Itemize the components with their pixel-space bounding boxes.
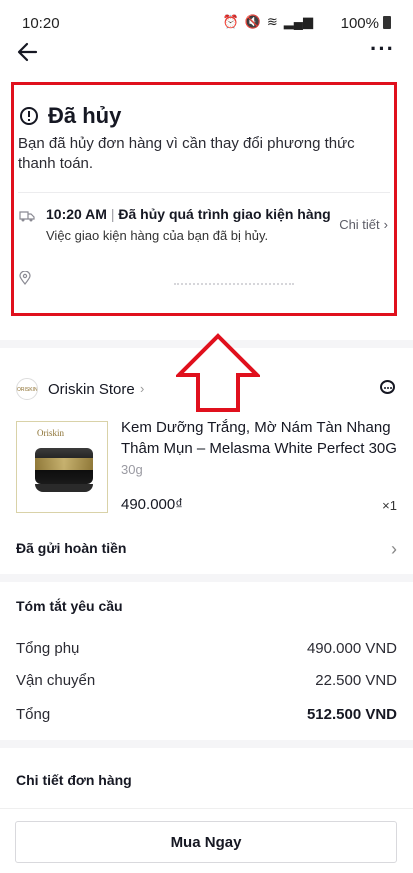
mute-icon: 🔇 <box>244 14 261 29</box>
tracking-detail-link[interactable]: Chi tiết › <box>339 217 388 232</box>
cancel-reason: Bạn đã hủy đơn hàng vì cần thay đổi phươ… <box>18 135 355 172</box>
battery-icon <box>383 16 391 29</box>
subtotal-row: Tổng phụ 490.000 VND <box>16 640 397 660</box>
chevron-right-icon: › <box>140 381 145 396</box>
store-row[interactable]: ORISKIN Oriskin Store › <box>16 376 397 404</box>
total-value: 512.500 VND <box>306 706 397 723</box>
cancel-title: Đã hủy <box>20 103 121 129</box>
product-quantity: ×1 <box>382 498 397 513</box>
divider <box>18 192 390 193</box>
battery-percent: 100% <box>340 15 379 32</box>
chevron-right-icon: › <box>383 217 388 232</box>
signal-icon: ▂▄▆ <box>283 14 313 29</box>
product-price: 490.000₫ <box>121 496 183 513</box>
tracking-description: Việc giao kiện hàng của bạn đã bị hủy. <box>46 228 269 243</box>
chevron-right-icon: › <box>391 539 397 559</box>
address-redacted <box>174 283 294 287</box>
store-avatar: ORISKIN <box>16 378 38 400</box>
product-image[interactable]: Oriskin <box>16 421 108 513</box>
order-details-title[interactable]: Chi tiết đơn hàng <box>16 772 132 788</box>
back-arrow-icon[interactable] <box>14 38 42 66</box>
section-divider <box>0 574 413 582</box>
delivery-truck-icon <box>19 211 35 222</box>
app-bar: ··· <box>0 36 413 68</box>
shipping-row: Vận chuyển 22.500 VND <box>16 672 397 692</box>
store-name: Oriskin Store <box>48 381 135 398</box>
shipping-label: Vận chuyển <box>16 672 96 689</box>
status-icons: ⏰ 🔇 ≋ ▂▄▆ <box>223 14 314 30</box>
refund-label: Đã gửi hoàn tiền <box>16 540 127 556</box>
product-variant: 30g <box>121 462 143 477</box>
detail-link-label: Chi tiết <box>339 217 380 232</box>
alarm-icon: ⏰ <box>222 14 239 29</box>
bottom-action-bar: Mua Ngay <box>0 808 413 873</box>
section-divider <box>0 740 413 748</box>
wifi-icon: ≋ <box>266 14 278 29</box>
buy-now-button[interactable]: Mua Ngay <box>15 821 397 863</box>
total-row: Tổng 512.500 VND <box>16 706 397 726</box>
cancel-title-text: Đã hủy <box>48 103 122 128</box>
product-image-brand: Oriskin <box>37 428 64 438</box>
summary-title: Tóm tắt yêu cầu <box>16 598 123 614</box>
subtotal-value: 490.000 VND <box>306 640 397 657</box>
alert-circle-icon <box>20 107 38 125</box>
status-time: 10:20 <box>22 15 60 32</box>
subtotal-label: Tổng phụ <box>16 640 80 657</box>
product-name[interactable]: Kem Dưỡng Trắng, Mờ Nám Tàn Nhang Thâm M… <box>121 417 401 459</box>
more-options-icon[interactable]: ··· <box>370 38 395 60</box>
tracking-status: Đã hủy quá trình giao kiện hàng <box>118 206 331 222</box>
tracking-time: 10:20 AM <box>46 206 107 222</box>
location-pin-icon <box>19 271 31 285</box>
shipping-value: 22.500 VND <box>315 672 397 689</box>
jar-base <box>35 484 93 492</box>
jar-band <box>35 458 93 470</box>
refund-status-row[interactable]: Đã gửi hoàn tiền › <box>16 538 397 560</box>
chat-icon[interactable] <box>380 380 395 394</box>
tracking-title: 10:20 AM | Đã hủy quá trình giao kiện hà… <box>46 206 331 222</box>
total-label: Tổng <box>16 706 51 723</box>
cancel-status-card: Đã hủy Bạn đã hủy đơn hàng vì cần thay đ… <box>11 82 397 316</box>
